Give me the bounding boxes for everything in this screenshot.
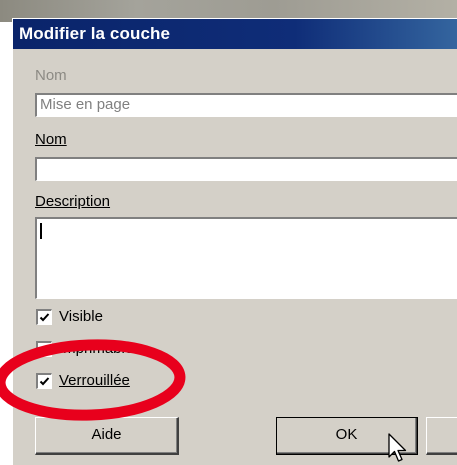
modify-layer-dialog: Modifier la couche Nom Mise en page Nom … bbox=[12, 18, 457, 465]
mouse-pointer-icon bbox=[388, 433, 407, 462]
screenshot-stage: Modifier la couche Nom Mise en page Nom … bbox=[0, 0, 457, 465]
help-button[interactable]: Aide bbox=[35, 417, 179, 455]
dialog-title: Modifier la couche bbox=[19, 24, 171, 43]
cancel-button[interactable] bbox=[426, 417, 457, 455]
checkmark-icon bbox=[39, 345, 50, 354]
text-caret bbox=[40, 223, 42, 239]
printable-label: Imprimable bbox=[59, 340, 134, 357]
locked-checkbox-row[interactable]: Verrouillée bbox=[36, 371, 236, 391]
original-name-label: Nom bbox=[35, 67, 67, 84]
printable-checkbox-row[interactable]: Imprimable bbox=[36, 339, 236, 359]
original-name-field: Mise en page bbox=[35, 93, 457, 117]
locked-label: Verrouillée bbox=[59, 372, 130, 389]
description-label: Description bbox=[35, 193, 111, 210]
checkmark-icon bbox=[39, 377, 50, 386]
visible-checkbox[interactable] bbox=[36, 309, 52, 325]
locked-checkbox[interactable] bbox=[36, 373, 52, 389]
name-input[interactable] bbox=[35, 157, 457, 181]
checkmark-icon bbox=[39, 313, 50, 322]
dialog-titlebar[interactable]: Modifier la couche bbox=[13, 19, 457, 49]
printable-checkbox[interactable] bbox=[36, 341, 52, 357]
name-label: Nom bbox=[35, 131, 67, 148]
visible-checkbox-row[interactable]: Visible bbox=[36, 307, 236, 327]
description-textarea[interactable] bbox=[35, 217, 457, 299]
visible-label: Visible bbox=[59, 308, 103, 325]
